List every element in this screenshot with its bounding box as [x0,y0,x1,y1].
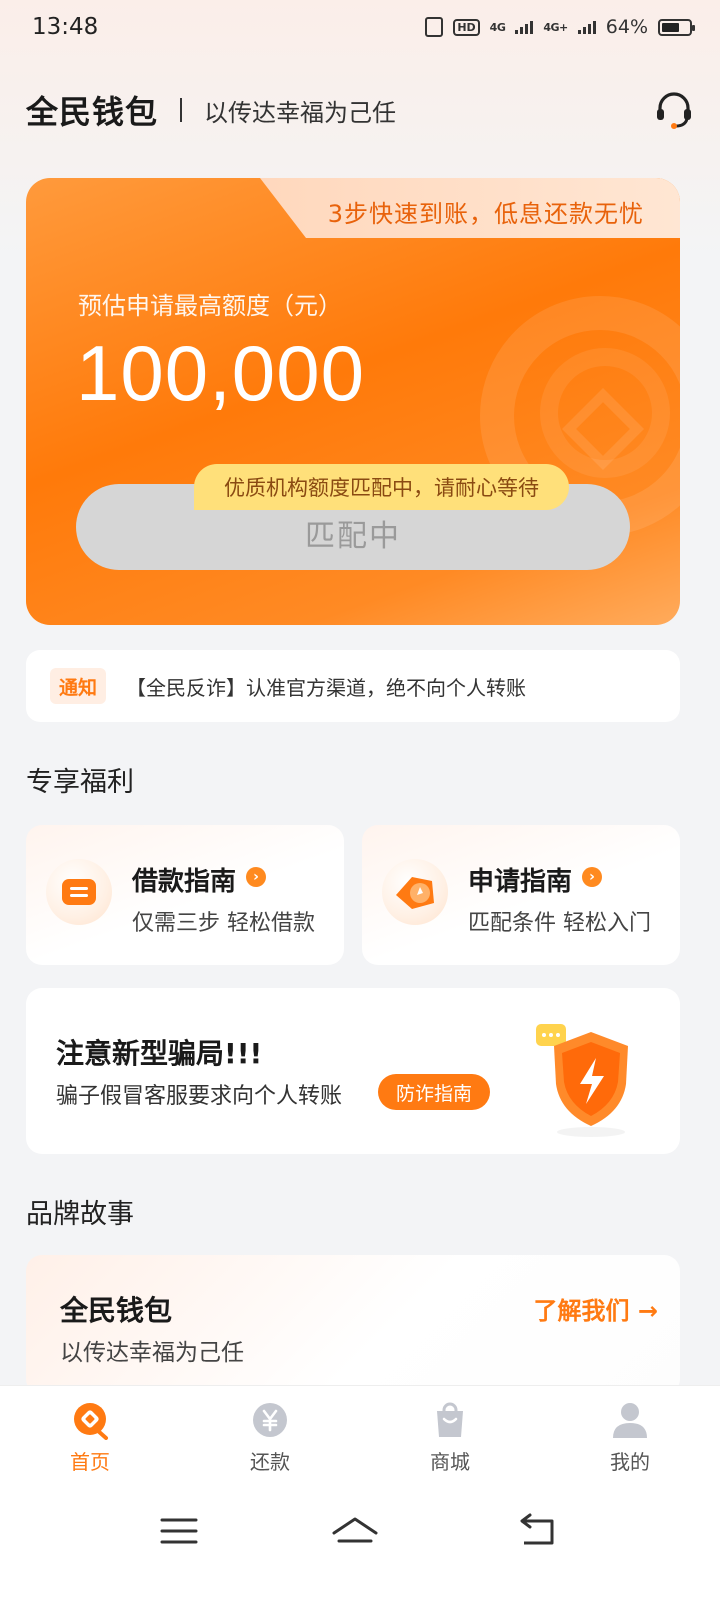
brand-slogan: 以传达幸福为己任 [204,98,397,127]
notice-bar[interactable]: 通知 【全民反诈】认准官方渠道，绝不向个人转账 [26,650,680,722]
yuan-icon [253,1403,287,1437]
home-icon [74,1403,108,1440]
app-header: 全民钱包 以传达幸福为己任 [26,88,696,132]
signal-icon-2 [577,20,596,34]
apply-guide-card[interactable]: 申请指南 › 匹配条件 轻松入门 [362,825,680,965]
status-time: 13:48 [32,14,99,40]
back-icon[interactable] [512,1511,562,1551]
battery-icon [658,18,695,36]
brand-divider [180,98,183,122]
menu-icon[interactable] [154,1511,204,1551]
quota-amount: 100,000 [76,329,365,417]
hd-icon: HD [453,18,480,36]
signal-icon [515,20,534,34]
loan-guide-subtitle: 仅需三步 轻松借款 [132,911,315,936]
apply-guide-subtitle: 匹配条件 轻松入门 [468,911,651,936]
user-icon [613,1403,647,1438]
tab-mall[interactable]: 商城 [360,1386,540,1485]
vibrate-icon [425,17,444,37]
loan-guide-card[interactable]: 借款指南 › 仅需三步 轻松借款 [26,825,344,965]
brand-name: 全民钱包 [26,93,159,131]
customer-service-icon[interactable] [652,88,696,132]
network-label-2: 4G+ [543,20,568,34]
chevron-right-icon: › [246,867,266,887]
apply-guide-title: 申请指南 [468,867,573,897]
battery-fill [662,22,679,32]
notice-tag: 通知 [50,668,106,704]
tab-home-label: 首页 [70,1450,110,1474]
shopping-bag-icon [437,1402,463,1437]
tab-mine-label: 我的 [610,1450,650,1474]
quota-card-tab-text: 3步快速到账，低息还款无忧 [327,200,644,228]
home-outline-icon[interactable] [330,1511,380,1551]
battery-percent: 64% [605,16,648,38]
tab-repay[interactable]: 还款 [180,1386,360,1485]
quota-label: 预估申请最高额度（元） [78,292,342,320]
fraud-title: 注意新型骗局!!! [56,1037,263,1070]
system-navigation-bar [0,1485,720,1600]
fraud-warning-banner[interactable]: 注意新型骗局!!! 骗子假冒客服要求向个人转账 防诈指南 [26,988,680,1154]
matching-tip: 优质机构额度匹配中，请耐心等待 [194,464,569,510]
brand-story-card[interactable]: 全民钱包 以传达幸福为己任 了解我们 → [26,1255,680,1395]
about-us-link[interactable]: 了解我们 → [534,1291,658,1326]
tab-mall-label: 商城 [430,1450,470,1474]
loan-guide-icon [46,859,112,925]
apply-guide-icon [382,859,448,925]
shield-lightning-icon [536,1024,628,1137]
bottom-tab-bar: 首页 还款 商城 我的 [0,1385,720,1485]
tab-mine[interactable]: 我的 [540,1386,720,1485]
status-icons: HD 4G 4G+ 64% [425,16,695,38]
network-label-1: 4G [489,20,506,34]
chevron-right-icon: › [582,867,602,887]
brand-story-card-subtitle: 以传达幸福为己任 [60,1340,244,1366]
loan-guide-title: 借款指南 [132,867,237,897]
tab-home[interactable]: 首页 [0,1386,180,1485]
tab-repay-label: 还款 [250,1450,290,1474]
status-bar: 13:48 HD 4G 4G+ 64% [0,0,720,60]
notice-text: 【全民反诈】认准官方渠道，绝不向个人转账 [126,675,526,700]
anti-fraud-guide-button[interactable]: 防诈指南 [378,1074,491,1110]
fraud-subtitle: 骗子假冒客服要求向个人转账 [56,1084,343,1109]
quota-card: 3步快速到账，低息还款无忧 预估申请最高额度（元） 100,000 匹配中 优质… [26,178,680,625]
brand-story-title: 品牌故事 [26,1199,134,1230]
benefits-title: 专享福利 [26,767,134,798]
brand-story-card-title: 全民钱包 [60,1294,173,1327]
